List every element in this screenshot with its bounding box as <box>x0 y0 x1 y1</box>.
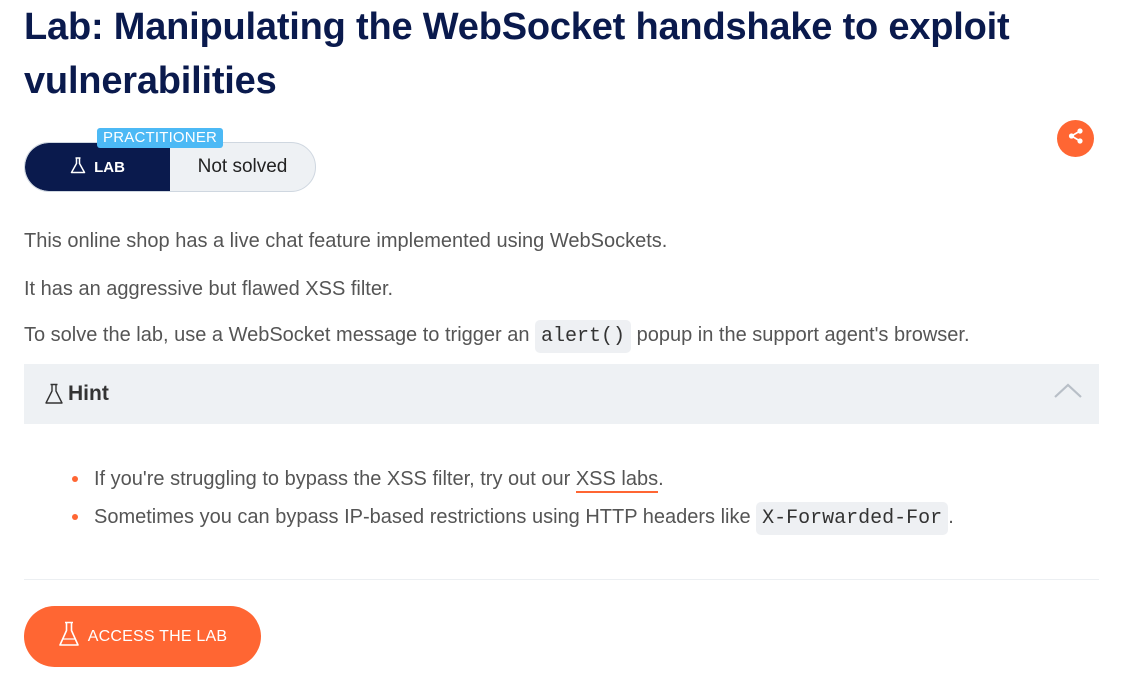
access-lab-label: ACCESS THE LAB <box>87 627 228 645</box>
hint-text: . <box>948 506 954 528</box>
description-paragraph: To solve the lab, use a WebSocket messag… <box>24 320 970 353</box>
share-icon <box>1067 127 1085 150</box>
status-label: Not solved <box>197 156 288 177</box>
access-lab-button[interactable]: ACCESS THE LAB <box>24 606 261 667</box>
flask-icon <box>70 156 86 178</box>
divider <box>24 579 1099 580</box>
share-button[interactable] <box>1057 120 1094 157</box>
badge-pill: LAB Not solved <box>24 142 316 192</box>
lab-page: Lab: Manipulating the WebSocket handshak… <box>0 0 1125 679</box>
hint-list: If you're struggling to bypass the XSS f… <box>70 466 954 544</box>
description-paragraph: It has an aggressive but flawed XSS filt… <box>24 278 394 300</box>
hint-label: Hint <box>68 382 109 405</box>
chevron-up-icon <box>1053 382 1083 405</box>
hint-text: If you're struggling to bypass the XSS f… <box>94 468 571 490</box>
inline-code: alert() <box>535 320 632 353</box>
description-paragraph: This online shop has a live chat feature… <box>24 230 668 252</box>
list-item: If you're struggling to bypass the XSS f… <box>70 466 954 493</box>
page-title: Lab: Manipulating the WebSocket handshak… <box>24 6 1010 102</box>
description-text: popup in the support agent's browser. <box>636 324 970 346</box>
level-badge: PRACTITIONER <box>97 128 224 148</box>
badge-lab-label: LAB <box>94 158 125 176</box>
hint-text: Sometimes you can bypass IP-based restri… <box>94 506 751 528</box>
bullet <box>72 514 78 520</box>
description-text: To solve the lab, use a WebSocket messag… <box>24 324 530 346</box>
list-item: Sometimes you can bypass IP-based restri… <box>70 502 954 535</box>
flask-icon <box>44 383 64 405</box>
hint-text: . <box>658 468 664 490</box>
flask-icon <box>58 621 80 652</box>
inline-code: X-Forwarded-For <box>756 502 949 535</box>
xss-labs-link[interactable]: XSS labs <box>575 468 659 493</box>
hint-toggle[interactable]: Hint <box>24 364 1099 424</box>
bullet <box>72 476 78 482</box>
badge-lab-section: LAB <box>25 143 170 191</box>
lab-status-badge: LAB Not solved PRACTITIONER <box>24 128 316 192</box>
